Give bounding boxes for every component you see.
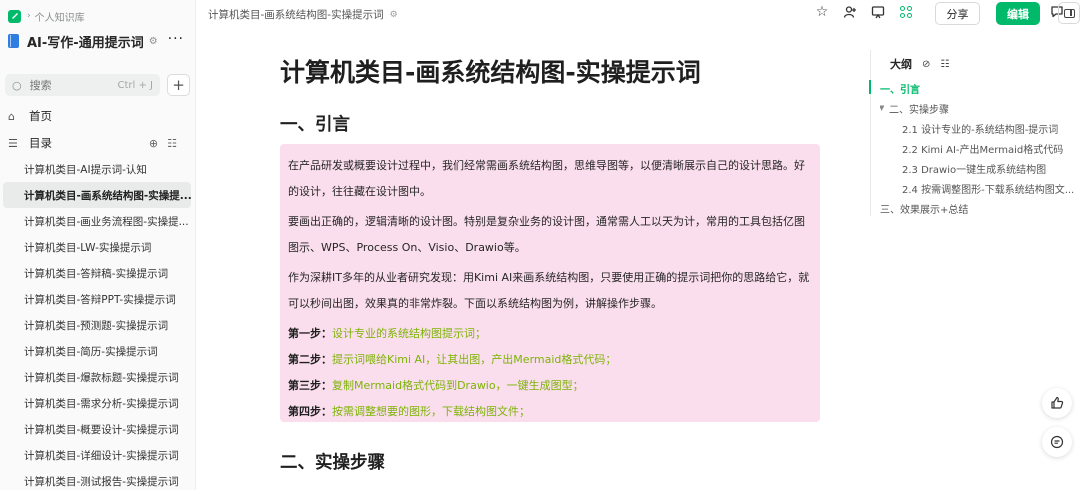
comment-float-button[interactable] (1042, 427, 1072, 457)
outline-item-label: 一、引言 (880, 84, 920, 96)
chevron-right-icon: › (27, 11, 31, 21)
more-icon[interactable]: ··· (168, 31, 184, 47)
comment-bubble-icon (1050, 435, 1064, 449)
search-box[interactable]: ○ Ctrl + J (5, 74, 160, 96)
outline-item[interactable]: 三、效果展示+总结 (880, 198, 1080, 218)
app-logo-icon (8, 9, 21, 23)
apps-icon[interactable] (900, 6, 912, 18)
thumbs-up-icon (1051, 396, 1064, 409)
outline-item-label: 二、实操步骤 (889, 104, 949, 116)
step-text: 按需调整想要的图形，下载结构图文件； (332, 405, 530, 418)
doc-tree-item[interactable]: 计算机类目-LW-实操提示词 (3, 234, 191, 260)
doc-tree-item[interactable]: 计算机类目-答辩稿-实操提示词 (3, 260, 191, 286)
search-input[interactable] (29, 78, 114, 92)
section-heading-intro: 一、引言 (280, 115, 350, 135)
step-label: 第一步： (288, 327, 332, 340)
section-heading-steps: 二、实操步骤 (280, 453, 385, 473)
outline-list: 一、引言 ▼ 二、实操步骤 2.1 设计专业的-系统结构图-提示词 2.2 Kim… (880, 78, 1080, 218)
step-2: 第二步：提示词喂给Kimi AI，让其出图，产出Mermaid格式代码； (288, 347, 812, 373)
collapse-icon[interactable]: ☷ (167, 137, 186, 150)
doc-breadcrumb-title[interactable]: 计算机类目-画系统结构图-实操提示词 (208, 7, 384, 22)
knowledge-base-name[interactable]: AI-写作-通用提示词 (27, 32, 144, 51)
intro-paragraph-3: 作为深耕IT多年的从业者研究发现：用Kimi AI来画系统结构图，只要使用正确的… (288, 271, 810, 310)
panel-icon (1063, 8, 1075, 18)
outline-title: 大纲 (890, 58, 912, 71)
step-label: 第三步： (288, 379, 332, 392)
sidebar: › 个人知识库 AI-写作-通用提示词 ⚙ ··· ○ Ctrl + J + ⌂… (0, 0, 196, 490)
nav-toc-label: 目录 (29, 136, 52, 150)
present-icon[interactable] (870, 4, 886, 20)
page-title: 计算机类目-画系统结构图-实操提示词 (280, 58, 701, 87)
settings-icon[interactable]: ⚙ (149, 36, 158, 47)
app-window: › 个人知识库 AI-写作-通用提示词 ⚙ ··· ○ Ctrl + J + ⌂… (0, 0, 1080, 490)
list-icon: ☰ (8, 136, 18, 150)
search-icon: ○ (12, 78, 22, 92)
step-3: 第三步：复制Mermaid格式代码到Drawio，一键生成图型； (288, 373, 812, 399)
outline-item[interactable]: 2.2 Kimi AI-产出Mermaid格式代码 (880, 138, 1080, 158)
doc-header: 计算机类目-画系统结构图-实操提示词 ⚙ ☆ 分享 编辑 (196, 0, 1080, 28)
search-shortcut: Ctrl + J (117, 79, 153, 91)
step-text: 设计专业的系统结构图提示词； (332, 327, 486, 340)
doc-tree-item[interactable]: 计算机类目-概要设计-实操提示词 (3, 416, 191, 442)
outline-level-icon[interactable]: ☷ (940, 59, 949, 70)
outline-item[interactable]: 2.4 按需调整图形-下载系统结构图文... (880, 178, 1080, 198)
caret-down-icon[interactable]: ▼ (880, 104, 889, 112)
doc-tree-item[interactable]: 计算机类目-预测题-实操提示词 (3, 312, 191, 338)
knowledge-base-title[interactable]: AI-写作-通用提示词 ⚙ ··· (8, 31, 192, 51)
step-text: 复制Mermaid格式代码到Drawio，一键生成图型； (332, 379, 584, 392)
outline-header: 大纲 ⊘ ☷ (890, 56, 949, 72)
intro-callout: 在产品研发或概要设计过程中，我们经常需画系统结构图，思维导图等，以便清晰展示自己… (280, 144, 820, 422)
nav-home[interactable]: ⌂ 首页 (8, 106, 192, 126)
star-icon[interactable]: ☆ (814, 4, 830, 20)
step-1: 第一步：设计专业的系统结构图提示词； (288, 321, 812, 347)
outline-item-active[interactable]: 一、引言 (880, 78, 1080, 98)
step-label: 第四步： (288, 405, 332, 418)
doc-tree-item[interactable]: 计算机类目-答辩PPT-实操提示词 (3, 286, 191, 312)
edit-button[interactable]: 编辑 (996, 2, 1040, 25)
add-collaborator-icon[interactable] (842, 4, 858, 20)
share-button[interactable]: 分享 (935, 2, 980, 25)
home-icon: ⌂ (8, 109, 15, 123)
intro-paragraph-2: 要画出正确的，逻辑清晰的设计图。特别是复杂业务的设计图，通常需人工以天为计，常用… (288, 215, 805, 254)
hide-outline-icon[interactable]: ⊘ (922, 59, 930, 70)
doc-tree-item[interactable]: 计算机类目-画业务流程图-实操提... (3, 208, 191, 234)
library-breadcrumb[interactable]: › 个人知识库 (8, 8, 85, 24)
nav-home-label: 首页 (29, 109, 52, 123)
like-button[interactable] (1042, 388, 1072, 418)
intro-paragraph-1: 在产品研发或概要设计过程中，我们经常需画系统结构图，思维导图等，以便清晰展示自己… (288, 159, 805, 198)
nav-toc[interactable]: ☰ 目录 ⊕☷ (8, 133, 192, 153)
add-button[interactable]: + (167, 74, 190, 96)
library-name[interactable]: 个人知识库 (35, 9, 85, 24)
step-text: 提示词喂给Kimi AI，让其出图，产出Mermaid格式代码； (332, 353, 617, 366)
doc-breadcrumb: 计算机类目-画系统结构图-实操提示词 ⚙ (208, 7, 398, 22)
doc-tree-item[interactable]: 计算机类目-简历-实操提示词 (3, 338, 191, 364)
toc-tools[interactable]: ⊕☷ (149, 137, 186, 150)
doc-tree-item-active[interactable]: 计算机类目-画系统结构图-实操提... (3, 182, 191, 208)
step-label: 第二步： (288, 353, 332, 366)
toggle-panel-button[interactable] (1058, 2, 1080, 24)
doc-tree-item[interactable]: 计算机类目-详细设计-实操提示词 (3, 442, 191, 468)
doc-tree: 计算机类目-AI提示词-认知 计算机类目-画系统结构图-实操提... 计算机类目… (3, 156, 191, 490)
doc-tree-item[interactable]: 计算机类目-AI提示词-认知 (3, 156, 191, 182)
header-actions: ☆ (802, 4, 912, 20)
doc-settings-icon[interactable]: ⚙ (390, 10, 398, 20)
outline-item[interactable]: 2.1 设计专业的-系统结构图-提示词 (880, 118, 1080, 138)
locate-icon[interactable]: ⊕ (149, 137, 167, 150)
doc-tree-item[interactable]: 计算机类目-测试报告-实操提示词 (3, 468, 191, 490)
book-icon (8, 34, 19, 48)
step-4: 第四步：按需调整想要的图形，下载结构图文件； (288, 399, 812, 425)
plus-icon: + (172, 76, 185, 94)
outline-active-indicator (869, 80, 871, 94)
doc-tree-item[interactable]: 计算机类目-爆款标题-实操提示词 (3, 364, 191, 390)
doc-tree-item[interactable]: 计算机类目-需求分析-实操提示词 (3, 390, 191, 416)
outline-item[interactable]: ▼ 二、实操步骤 (880, 98, 1080, 118)
outline-item[interactable]: 2.3 Drawio一键生成系统结构图 (880, 158, 1080, 178)
